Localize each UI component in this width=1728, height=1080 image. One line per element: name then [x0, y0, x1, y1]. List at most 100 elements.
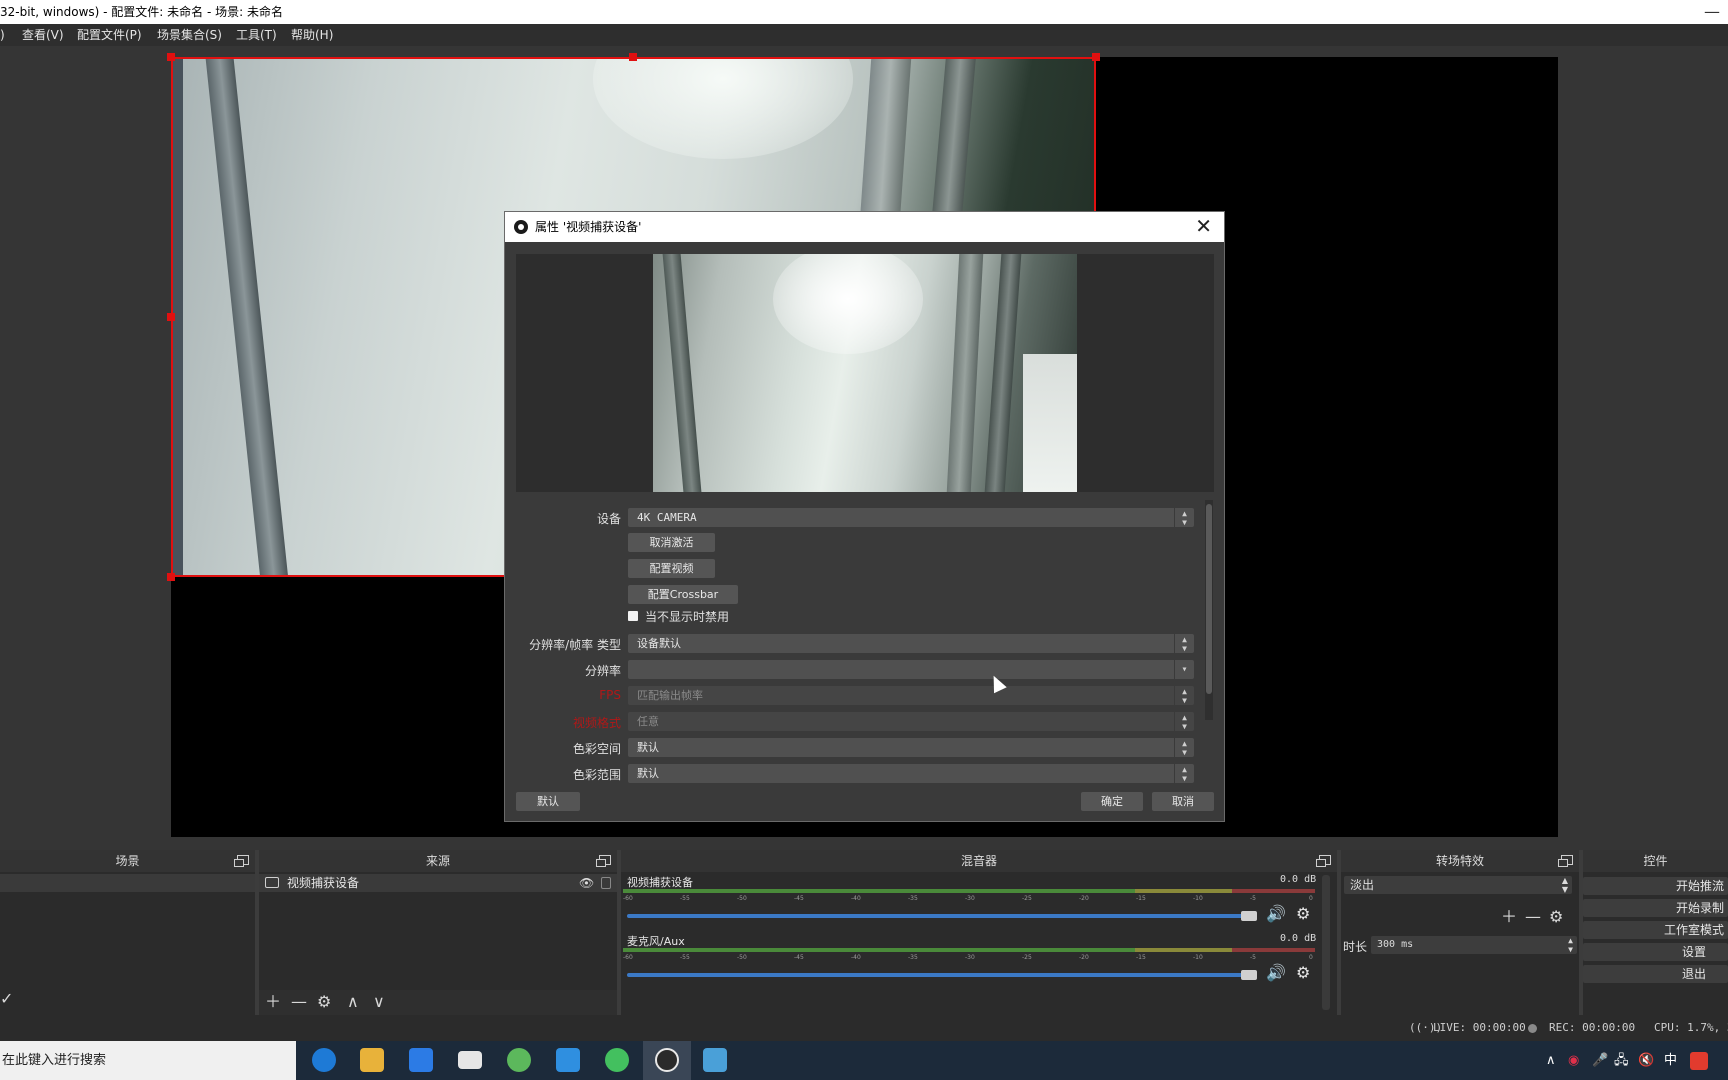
- rec-timer: REC: 00:00:00: [1549, 1021, 1636, 1034]
- search-placeholder: 在此键入进行搜索: [2, 1053, 107, 1068]
- volume-muted-icon[interactable]: 🔇: [1638, 1041, 1654, 1080]
- scenes-dock-title: 场景: [115, 854, 140, 868]
- controls-dock-header: 控件: [1583, 850, 1728, 872]
- add-icon[interactable]: ＋: [265, 993, 281, 1011]
- menu-item-help[interactable]: 帮助(H): [291, 24, 333, 46]
- resize-handle[interactable]: [167, 573, 175, 581]
- edge-icon[interactable]: [312, 1048, 336, 1072]
- color-space-select[interactable]: 默认 ▲ ▼: [628, 738, 1194, 757]
- download-app-icon[interactable]: [703, 1048, 727, 1072]
- defaults-button[interactable]: 默认: [516, 792, 580, 811]
- menu-item-tools[interactable]: 工具(T): [236, 24, 277, 46]
- gear-icon[interactable]: ⚙: [1549, 908, 1563, 926]
- sources-dock-header: 来源: [259, 850, 617, 872]
- deactivate-when-hidden-checkbox[interactable]: [628, 611, 638, 621]
- speaker-icon[interactable]: 🔊: [1266, 904, 1286, 923]
- properties-scrollbar[interactable]: [1205, 500, 1213, 720]
- sogou-icon[interactable]: [1690, 1052, 1708, 1070]
- source-list-item[interactable]: 视频捕获设备 👁: [259, 874, 617, 892]
- gear-icon[interactable]: ⚙: [1296, 963, 1310, 982]
- mixer-scrollbar[interactable]: [1322, 875, 1330, 1010]
- move-down-icon[interactable]: ∨: [373, 993, 385, 1011]
- app-blue-icon[interactable]: [556, 1048, 580, 1072]
- float-dock-icon[interactable]: [1558, 855, 1573, 867]
- move-up-icon[interactable]: ∧: [347, 993, 359, 1011]
- exit-button[interactable]: 退出: [1583, 965, 1728, 983]
- cancel-button[interactable]: 取消: [1152, 792, 1214, 811]
- dialog-webcam-preview: [653, 254, 1077, 492]
- device-select[interactable]: 4K CAMERA ▲ ▼: [628, 508, 1194, 527]
- deactivate-button[interactable]: 取消激活: [628, 533, 715, 552]
- file-explorer-icon[interactable]: [360, 1048, 384, 1072]
- source-name: 视频捕获设备: [287, 876, 360, 890]
- float-dock-icon[interactable]: [596, 855, 611, 867]
- transition-select[interactable]: 淡出 ▲ ▼: [1344, 876, 1572, 894]
- speaker-icon[interactable]: 🔊: [1266, 963, 1286, 982]
- scene-window: [1023, 354, 1077, 492]
- scrollbar-thumb[interactable]: [1206, 504, 1212, 694]
- resize-handle[interactable]: [167, 53, 175, 61]
- chevron-down-icon[interactable]: ✓: [0, 990, 13, 1008]
- volume-slider[interactable]: [627, 973, 1257, 977]
- device-label: 设备: [596, 512, 621, 526]
- record-tray-icon[interactable]: ◉: [1568, 1041, 1579, 1080]
- studio-mode-button[interactable]: 工作室模式: [1583, 921, 1728, 939]
- volume-slider[interactable]: [627, 914, 1257, 918]
- chevron-down-icon: ▾: [1174, 660, 1194, 679]
- resize-handle[interactable]: [1092, 53, 1100, 61]
- start-streaming-button[interactable]: 开始推流: [1583, 877, 1728, 895]
- resize-handle[interactable]: [629, 53, 637, 61]
- chevron-up-icon[interactable]: ∧: [1546, 1041, 1556, 1080]
- duration-input[interactable]: 300 ms ▲ ▼: [1371, 936, 1577, 954]
- minimize-button[interactable]: —: [1704, 0, 1720, 24]
- ime-indicator[interactable]: 中: [1664, 1041, 1677, 1080]
- menu-item-profile[interactable]: 配置文件(P): [77, 24, 142, 46]
- color-space-value: 默认: [637, 741, 659, 754]
- app-green-icon[interactable]: [507, 1048, 531, 1072]
- wechat-icon[interactable]: [605, 1048, 629, 1072]
- mail-icon[interactable]: [458, 1051, 482, 1069]
- cpu-usage: CPU: 1.7%, 30: [1654, 1021, 1728, 1034]
- obs-icon: [655, 1048, 679, 1072]
- microphone-icon[interactable]: 🎤: [1592, 1041, 1608, 1080]
- config-video-button[interactable]: 配置视频: [628, 559, 715, 578]
- fps-value: 匹配输出帧率: [637, 689, 703, 702]
- ok-button[interactable]: 确定: [1081, 792, 1143, 811]
- lock-icon[interactable]: [601, 877, 611, 889]
- taskbar-search[interactable]: 在此键入进行搜索: [0, 1041, 296, 1080]
- network-icon[interactable]: 🖧: [1614, 1041, 1629, 1080]
- res-fps-type-select[interactable]: 设备默认 ▲ ▼: [628, 634, 1194, 653]
- sources-toolbar: ＋ — ⚙ ∧ ∨: [259, 990, 617, 1015]
- menu-item-view[interactable]: 查看(V): [22, 24, 64, 46]
- settings-button[interactable]: 设置: [1583, 943, 1728, 961]
- resolution-select[interactable]: ▾: [628, 660, 1194, 679]
- remove-icon[interactable]: —: [291, 993, 307, 1011]
- float-dock-icon[interactable]: [1316, 855, 1331, 867]
- obs-icon: [514, 220, 528, 234]
- volume-slider-knob[interactable]: [1241, 970, 1257, 980]
- color-range-select[interactable]: 默认 ▲ ▼: [628, 764, 1194, 783]
- gear-icon[interactable]: ⚙: [1296, 904, 1310, 923]
- float-dock-icon[interactable]: [234, 855, 249, 867]
- dialog-title: 属性 '视频捕获设备': [535, 220, 642, 234]
- obs-taskbar-active[interactable]: [643, 1041, 691, 1080]
- volume-meter: [623, 948, 1315, 952]
- gear-icon[interactable]: ⚙: [317, 993, 331, 1011]
- scene-list-item[interactable]: [0, 874, 255, 892]
- start-recording-button[interactable]: 开始录制: [1583, 899, 1728, 917]
- add-icon[interactable]: ＋: [1501, 908, 1517, 926]
- close-icon[interactable]: ✕: [1195, 215, 1212, 237]
- store-icon[interactable]: [409, 1048, 433, 1072]
- scenes-dock-header: 场景: [0, 850, 255, 872]
- menu-item-partial[interactable]: ): [0, 24, 5, 46]
- remove-icon[interactable]: —: [1525, 908, 1541, 926]
- config-crossbar-button[interactable]: 配置Crossbar: [628, 585, 738, 604]
- volume-slider-knob[interactable]: [1241, 911, 1257, 921]
- sources-dock-title: 来源: [425, 854, 450, 868]
- updown-icon: ▲ ▼: [1561, 876, 1568, 894]
- resize-handle[interactable]: [167, 313, 175, 321]
- eye-icon[interactable]: 👁: [579, 874, 594, 892]
- scene-pillar: [662, 254, 702, 492]
- menu-item-scene-collection[interactable]: 场景集合(S): [157, 24, 222, 46]
- updown-icon: ▲ ▼: [1174, 712, 1194, 731]
